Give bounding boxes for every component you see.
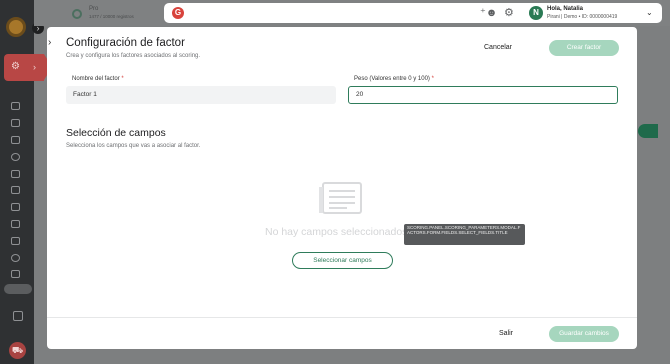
- calculator-icon[interactable]: [11, 170, 20, 178]
- empty-state-text: No hay campos seleccionados: [265, 226, 408, 238]
- required-mark: *: [431, 76, 434, 82]
- logo-icon[interactable]: [6, 17, 26, 37]
- exit-button[interactable]: Salir: [499, 329, 513, 339]
- plan-info: Pro 1477 / 10000 registros: [89, 6, 134, 20]
- user-bar: G ⁺☻ ⚙ N Hola, Natalia Pirani | Demo • I…: [164, 3, 662, 23]
- monitor-icon[interactable]: [11, 102, 20, 110]
- create-factor-button[interactable]: Crear factor: [549, 40, 619, 56]
- sidebar-scrollbar[interactable]: [4, 284, 32, 294]
- settings-icon[interactable]: [13, 311, 23, 321]
- sidebar: › ⚙ › ⛟: [0, 0, 52, 364]
- gear-icon[interactable]: ⚙: [504, 6, 514, 20]
- tooltip: SCORING.PANEL.SCORING_PARAMETERS.MODAL.F…: [404, 224, 525, 245]
- factor-name-label: Nombre del factor *: [72, 75, 124, 83]
- weight-input[interactable]: [348, 86, 618, 104]
- sort-icon[interactable]: [11, 270, 20, 278]
- section-subtitle: Selecciona los campos que vas a asociar …: [66, 143, 201, 149]
- cart-icon[interactable]: ⛟: [9, 342, 26, 359]
- section-title: Selección de campos: [66, 127, 166, 139]
- warning-icon[interactable]: [11, 203, 20, 211]
- location-icon[interactable]: [11, 254, 20, 262]
- factor-name-input[interactable]: [66, 86, 336, 104]
- add-user-icon[interactable]: ⁺☻: [480, 6, 497, 20]
- select-fields-button[interactable]: Seleccionar campos: [292, 252, 393, 269]
- modal-subtitle: Crea y configura los factores asociados …: [66, 53, 201, 59]
- user-greeting: Hola, Natalia: [547, 6, 584, 12]
- network-icon: ⚙: [11, 61, 20, 72]
- app-logo-icon: [72, 9, 82, 19]
- sidebar-item-network[interactable]: ⚙ ›: [4, 54, 52, 81]
- plan-name: Pro: [89, 6, 99, 12]
- weight-label-text: Peso (Valores entre 0 y 100): [354, 76, 430, 82]
- weight-label: Peso (Valores entre 0 y 100) *: [354, 75, 434, 83]
- plan-detail: 1477 / 10000 registros: [89, 14, 134, 19]
- background-green-tab: [638, 124, 658, 138]
- info-icon[interactable]: [11, 153, 20, 161]
- modal-title: Configuración de factor: [66, 37, 185, 49]
- back-chevron-icon[interactable]: ›: [48, 37, 51, 49]
- save-changes-button[interactable]: Guardar cambios: [549, 326, 619, 342]
- list-icon[interactable]: [11, 119, 20, 127]
- chevron-down-icon[interactable]: ⌄: [646, 7, 653, 19]
- required-mark: *: [121, 76, 124, 82]
- users-icon[interactable]: [11, 136, 20, 144]
- avatar[interactable]: N: [529, 6, 543, 20]
- cancel-button[interactable]: Cancelar: [484, 43, 512, 53]
- footer-divider: [47, 317, 637, 318]
- factor-name-label-text: Nombre del factor: [72, 76, 120, 82]
- chevron-right-icon: ›: [33, 62, 36, 72]
- document-list-icon: [319, 182, 362, 214]
- factor-config-modal: › Configuración de factor Crea y configu…: [47, 27, 637, 349]
- brand-logo-icon[interactable]: G: [172, 7, 184, 19]
- image-icon[interactable]: [11, 237, 20, 245]
- sliders-icon[interactable]: [11, 186, 20, 194]
- checklist-icon[interactable]: [11, 220, 20, 228]
- account-meta: Pirani | Demo • ID: 0000000419: [547, 14, 618, 20]
